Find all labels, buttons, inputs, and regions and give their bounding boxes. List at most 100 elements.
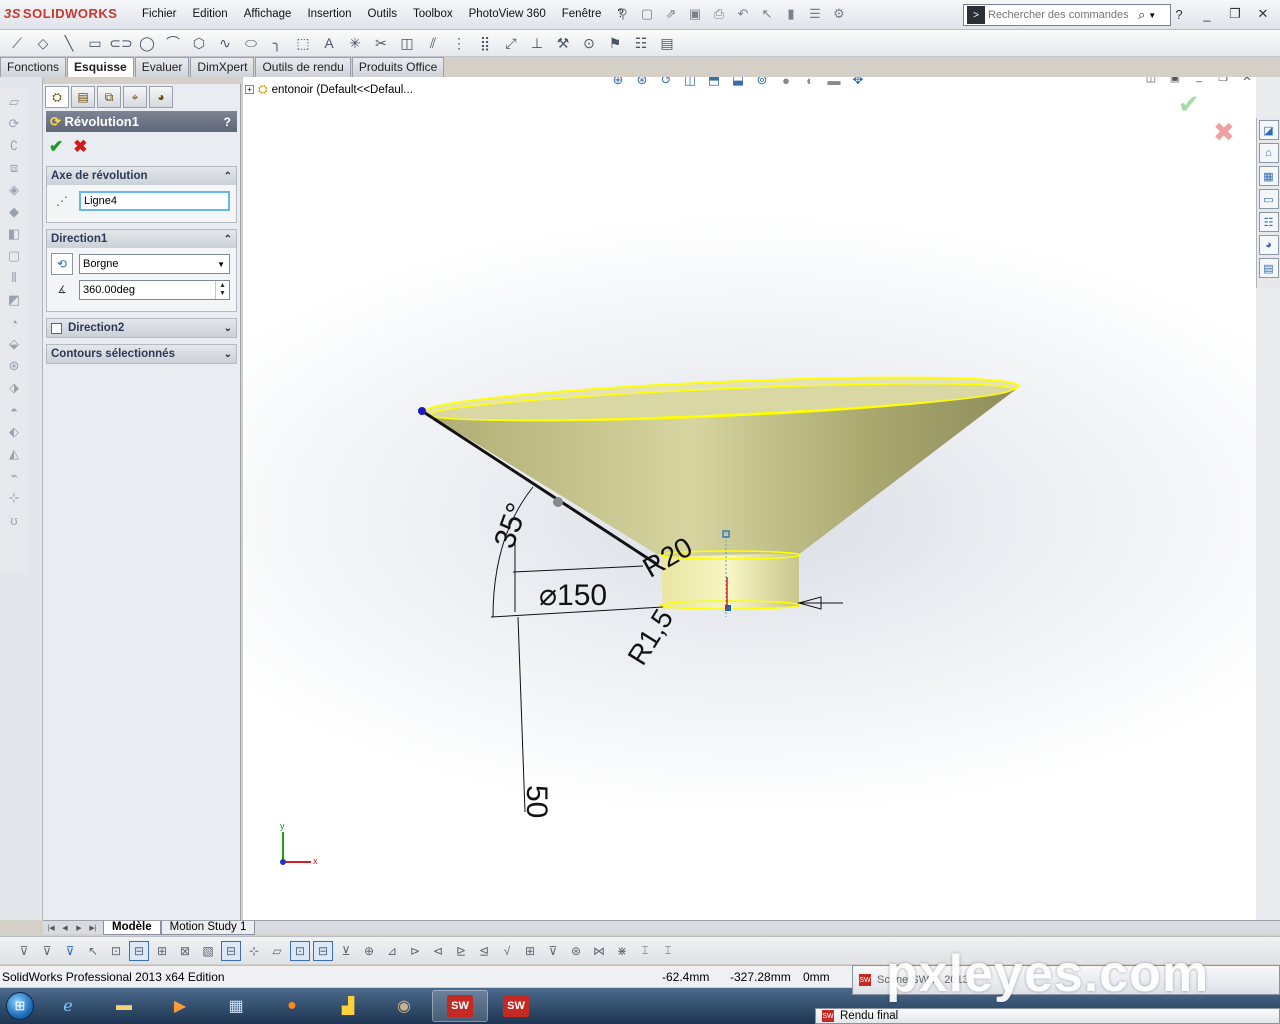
menu-fenetre[interactable]: Fenêtre — [554, 8, 610, 20]
appearance-icon[interactable]: ● — [777, 77, 795, 89]
dim-50-label[interactable]: 50 — [520, 785, 553, 818]
scene-icon[interactable]: ◐ — [801, 77, 819, 89]
media-player-icon[interactable]: ▶ — [152, 990, 208, 1022]
split-view-icon[interactable]: ◫ — [1142, 77, 1160, 84]
sweep-icon[interactable]: ∁ — [4, 136, 24, 156]
point-icon[interactable]: ✳ — [344, 32, 366, 54]
axis-group-header[interactable]: Axe de révolution ⌃ — [47, 167, 236, 185]
intersect-icon[interactable]: ⬖ — [4, 422, 24, 442]
firefox-icon[interactable]: ● — [264, 990, 320, 1022]
filter-notes-icon[interactable]: ⊳ — [405, 941, 425, 961]
search-icon[interactable]: ⌕ — [1138, 7, 1145, 23]
spline-icon[interactable]: ∿ — [214, 32, 236, 54]
design-library-icon[interactable]: ▦ — [1258, 166, 1279, 186]
solidworks-taskbar-icon[interactable]: SW — [432, 990, 488, 1022]
undo-icon[interactable]: ↶ — [734, 4, 752, 24]
draft-icon[interactable]: ◩ — [4, 290, 24, 310]
pattern-icon[interactable]: ⣿ — [474, 32, 496, 54]
dim-diameter-label[interactable]: ⌀150 — [539, 579, 607, 612]
filter-blocks-icon[interactable]: ⊞ — [520, 941, 540, 961]
contours-header[interactable]: Contours sélectionnés ⌄ — [47, 345, 236, 363]
filter-clear-icon[interactable]: ⊽ — [37, 941, 57, 961]
menu-photoview[interactable]: PhotoView 360 — [461, 8, 554, 20]
home-icon[interactable]: ⌂ — [1258, 143, 1279, 163]
pin-icon[interactable]: ⚲ — [614, 4, 632, 24]
ellipse-icon[interactable]: ⬭ — [240, 32, 262, 54]
options-icon[interactable]: ⚙ — [830, 4, 848, 24]
filter-surfaces-icon[interactable]: ▧ — [198, 941, 218, 961]
stats-icon[interactable]: ▟ — [320, 990, 376, 1022]
file-properties-icon[interactable]: ☰ — [806, 4, 824, 24]
chevron-down-icon[interactable]: ▼ — [1148, 11, 1156, 20]
ie-icon[interactable]: ℯ — [40, 990, 96, 1022]
gimp-icon[interactable]: ◉ — [376, 990, 432, 1022]
minimize-icon[interactable]: _ — [1196, 4, 1218, 24]
display-manager-tab-icon[interactable]: ◕ — [149, 86, 173, 108]
filter-axes-icon[interactable]: ⊹ — [244, 941, 264, 961]
tab-fonctions[interactable]: Fonctions — [0, 57, 67, 77]
image-icon[interactable]: ▤ — [656, 32, 678, 54]
view-orientation-icon[interactable]: ⬒ — [705, 77, 723, 89]
filter-sketch-icon[interactable]: ⊟ — [221, 940, 241, 961]
rotate-view-icon[interactable]: ✥ — [849, 77, 867, 89]
filter-extra-icon[interactable]: ⌶ — [635, 941, 655, 961]
solidworks-logo[interactable]: 3S SOLIDWORKS — [4, 6, 117, 21]
chamfer-icon[interactable]: ⬙ — [4, 334, 24, 354]
direction2-header[interactable]: Direction2 ⌄ — [47, 319, 236, 337]
close-icon[interactable]: ✕ — [1252, 4, 1274, 24]
move-icon[interactable]: ⤢ — [500, 32, 522, 54]
menu-insertion[interactable]: Insertion — [299, 8, 359, 20]
more-features-icon[interactable]: ʊ — [4, 510, 24, 530]
quick-snaps-icon[interactable]: ⊙ — [578, 32, 600, 54]
zoom-to-area-icon[interactable]: ⊛ — [633, 77, 651, 89]
filter-centers-icon[interactable]: ⊕ — [359, 941, 379, 961]
custom-properties-icon[interactable]: ▤ — [1258, 258, 1279, 278]
property-manager-tab-icon[interactable]: ▤ — [71, 86, 95, 108]
open-icon[interactable]: ⇗ — [662, 4, 680, 24]
cut-icon[interactable]: ◆ — [4, 202, 24, 222]
restore-icon[interactable]: ❐ — [1214, 77, 1232, 84]
revolve-cut-icon[interactable]: ◧ — [4, 224, 24, 244]
menu-fichier[interactable]: Fichier — [134, 8, 185, 20]
direction1-header[interactable]: Direction1 ⌃ — [47, 230, 236, 248]
filter-cosmetic-icon[interactable]: ⊽ — [543, 941, 563, 961]
dome-icon[interactable]: ◓ — [4, 400, 24, 420]
appearances-icon[interactable]: ◕ — [1258, 235, 1279, 255]
circle-icon[interactable]: ◯ — [136, 32, 158, 54]
line-icon[interactable]: ╲ — [58, 32, 80, 54]
menu-affichage[interactable]: Affichage — [236, 8, 300, 20]
graphics-area[interactable]: 35° ⌀150 R20 R1,5 50 x y + ⛭ entonoir (D… — [243, 77, 1256, 920]
revolve-icon[interactable]: ⟳ — [4, 114, 24, 134]
previous-view-icon[interactable]: ↺ — [657, 77, 675, 89]
new-document-icon[interactable]: ▢ — [638, 4, 656, 24]
filter-dims-icon[interactable]: ⊿ — [382, 941, 402, 961]
minimize-icon[interactable]: _ — [1190, 77, 1208, 84]
angle-spinner[interactable]: ▲ ▼ — [215, 281, 229, 299]
resources-icon[interactable]: ◪ — [1258, 120, 1279, 140]
next-tab-icon[interactable]: ▶ — [73, 924, 85, 932]
view-palette-icon[interactable]: ☷ — [1258, 212, 1279, 232]
diamond-icon[interactable]: ◇ — [32, 32, 54, 54]
tab-evaluer[interactable]: Evaluer — [134, 57, 190, 77]
filter-gtol-icon[interactable]: ⊲ — [428, 941, 448, 961]
last-tab-icon[interactable]: ▶| — [87, 924, 99, 932]
filter-weld-icon[interactable]: ⊴ — [474, 941, 494, 961]
revolve-type-select[interactable]: Borgne ▼ — [79, 254, 230, 274]
convert-icon[interactable]: ◫ — [396, 32, 418, 54]
filter-vertices-icon[interactable]: ⊡ — [106, 941, 126, 961]
mirror-icon[interactable]: ⋮ — [448, 32, 470, 54]
filter-misc-icon[interactable]: ⋇ — [612, 941, 632, 961]
reverse-direction-icon[interactable]: ⟲ — [51, 253, 73, 275]
filter-end-icon[interactable]: ⌶ — [658, 941, 678, 961]
angle-field[interactable]: 360.00deg ▲ ▼ — [79, 280, 230, 300]
filter-solids-icon[interactable]: ⊠ — [175, 941, 195, 961]
tab-produits-office[interactable]: Produits Office — [351, 57, 445, 77]
help-icon[interactable]: ? — [1168, 4, 1190, 24]
restore-icon[interactable]: ❐ — [1224, 4, 1246, 24]
instant3d-icon[interactable]: ⊹ — [4, 488, 24, 508]
feature-manager-tab-icon[interactable]: ⛭ — [45, 86, 69, 108]
confirmation-ok-icon[interactable]: ✔ — [1178, 89, 1200, 120]
filter-edges-icon[interactable]: ⊟ — [129, 940, 149, 961]
filter-planes-icon[interactable]: ▱ — [267, 941, 287, 961]
view-settings-icon[interactable]: ▬ — [825, 77, 843, 89]
